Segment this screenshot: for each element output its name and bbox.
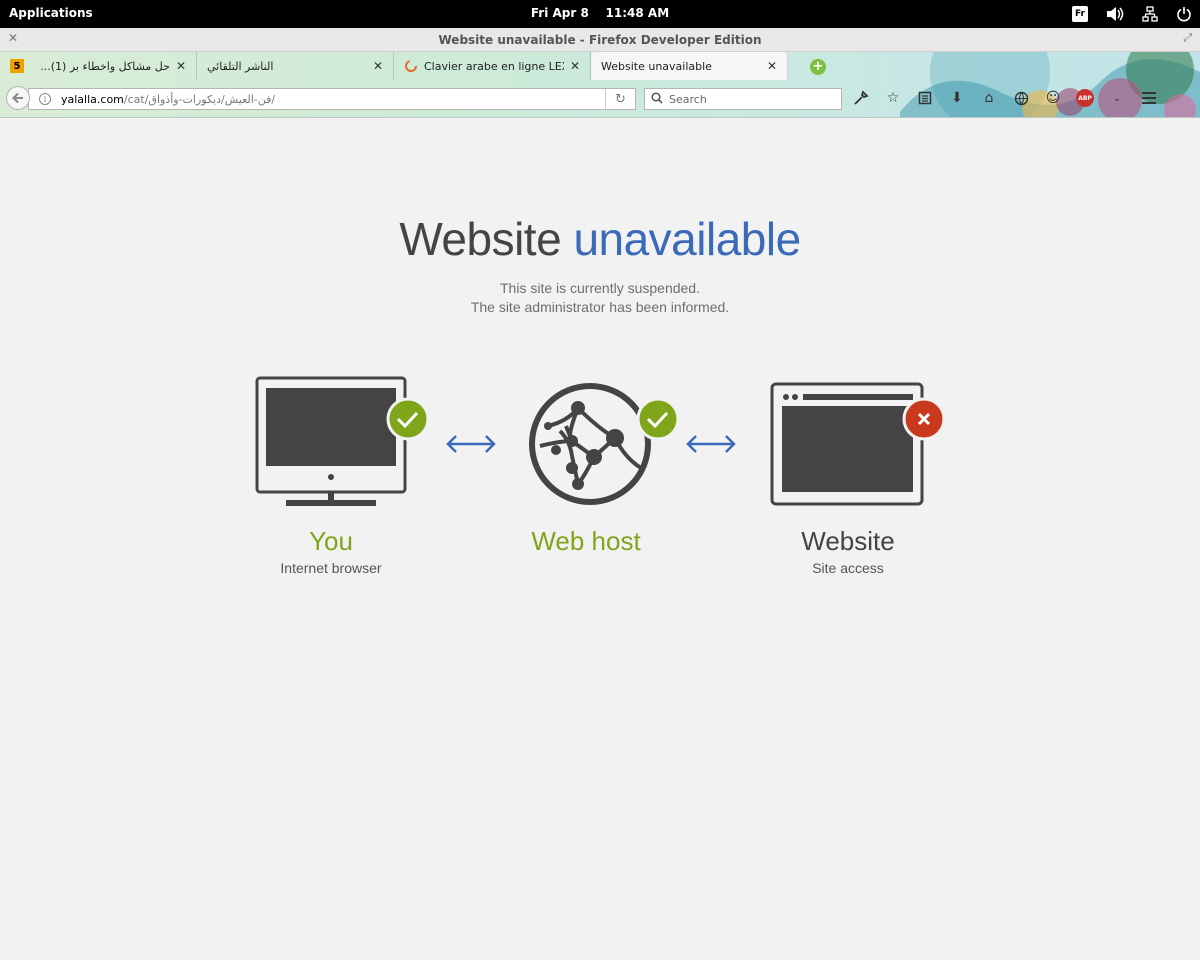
tab-3-active[interactable]: Website unavailable ✕ (591, 52, 788, 80)
browser-window-icon (770, 382, 924, 506)
tab-2[interactable]: Clavier arabe en ligne LEXI... ✕ (394, 52, 591, 80)
navigation-toolbar: i yalalla.com/cat/فن-العيش/ديكورات-وأذوا… (0, 84, 1200, 114)
smiley-icon[interactable]: ☺ (1044, 89, 1062, 107)
connection-diagram (255, 376, 946, 506)
check-badge-icon (386, 397, 430, 441)
tab-close-icon[interactable]: ✕ (176, 59, 186, 73)
back-button[interactable] (6, 86, 30, 110)
tab-favicon: 5 (10, 59, 24, 73)
arrow-left-icon (12, 92, 23, 104)
site-info-icon[interactable]: i (39, 93, 51, 105)
reading-list-icon[interactable] (916, 89, 934, 107)
node-subtitle-you: Internet browser (280, 560, 382, 576)
node-title-website: Website (801, 526, 895, 556)
bookmark-star-icon[interactable]: ☆ (884, 89, 902, 107)
globe-icon[interactable] (1012, 89, 1030, 107)
clock: Fri Apr 8 11:48 AM (0, 6, 1200, 20)
volume-icon[interactable] (1106, 6, 1124, 22)
system-top-bar: Applications Fri Apr 8 11:48 AM Fr (0, 0, 1200, 28)
node-title-you: You (309, 526, 353, 556)
system-tray: Fr (1072, 4, 1192, 24)
power-icon[interactable] (1176, 6, 1192, 22)
toolbar-icons: ☆ ⬇ ⌂ ☺ ABP ⌄ (852, 89, 1158, 107)
hamburger-menu-icon[interactable] (1140, 89, 1158, 107)
tab-label: حل مشاكل واخطاء بر (1)... (40, 59, 170, 73)
developer-tools-icon[interactable] (852, 89, 870, 107)
headline-main: Website (399, 213, 562, 265)
url-host: yalalla.com (61, 92, 124, 106)
headline-accent: unavailable (573, 213, 801, 265)
tab-label: Clavier arabe en ligne LEXI... (424, 59, 564, 73)
clock-time[interactable]: 11:48 AM (606, 6, 670, 20)
search-placeholder: Search (669, 92, 707, 106)
network-globe-icon (529, 383, 651, 505)
home-icon[interactable]: ⌂ (980, 89, 998, 107)
search-bar[interactable]: Search (644, 88, 842, 110)
node-title-web-host: Web host (531, 526, 641, 556)
check-badge-icon (636, 397, 680, 441)
window-title: Website unavailable - Firefox Developer … (438, 33, 762, 47)
tab-0[interactable]: 5 حل مشاكل واخطاء بر (1)... ✕ (0, 52, 197, 80)
monitor-icon (255, 376, 407, 506)
error-badge-icon (902, 397, 946, 441)
page-content: Website unavailable This site is current… (0, 118, 1200, 960)
admin-informed-message: The site administrator has been informed… (470, 299, 730, 315)
bidirectional-arrow-icon (686, 435, 736, 453)
window-maximize-button[interactable]: ⤢ (1183, 31, 1192, 45)
tab-close-icon[interactable]: ✕ (373, 59, 383, 73)
bidirectional-arrow-icon (446, 435, 496, 453)
url-path: /cat/فن-العيش/ديكورات-وأذواق/ (123, 92, 276, 106)
tab-1[interactable]: الناشر التلقائي ✕ (197, 52, 394, 80)
loading-spinner-icon (404, 59, 418, 73)
tab-label: Website unavailable (601, 59, 712, 73)
download-icon[interactable]: ⬇ (948, 89, 966, 107)
keyboard-layout-indicator[interactable]: Fr (1072, 6, 1088, 22)
search-icon (651, 91, 663, 107)
clock-date[interactable]: Fri Apr 8 (531, 6, 589, 20)
node-subtitle-website: Site access (812, 560, 884, 576)
new-tab-button[interactable]: + (810, 59, 826, 75)
network-icon[interactable] (1142, 6, 1158, 22)
window-titlebar: ✕ Website unavailable - Firefox Develope… (0, 28, 1200, 52)
tab-close-icon[interactable]: ✕ (767, 59, 777, 73)
adblock-plus-icon[interactable]: ABP (1076, 89, 1094, 107)
browser-chrome: 5 حل مشاكل واخطاء بر (1)... ✕ الناشر الت… (0, 52, 1200, 118)
reload-icon[interactable]: ↻ (605, 89, 635, 109)
url-bar[interactable]: i yalalla.com/cat/فن-العيش/ديكورات-وأذوا… (28, 88, 636, 110)
suspended-message: This site is currently suspended. (500, 280, 700, 296)
applications-menu[interactable]: Applications (9, 6, 93, 20)
tab-strip: 5 حل مشاكل واخطاء بر (1)... ✕ الناشر الت… (0, 52, 850, 80)
tab-close-icon[interactable]: ✕ (570, 59, 580, 73)
chevron-down-icon[interactable]: ⌄ (1108, 89, 1126, 107)
page-headline: Website unavailable (0, 212, 1200, 266)
tab-label: الناشر التلقائي (207, 59, 274, 73)
